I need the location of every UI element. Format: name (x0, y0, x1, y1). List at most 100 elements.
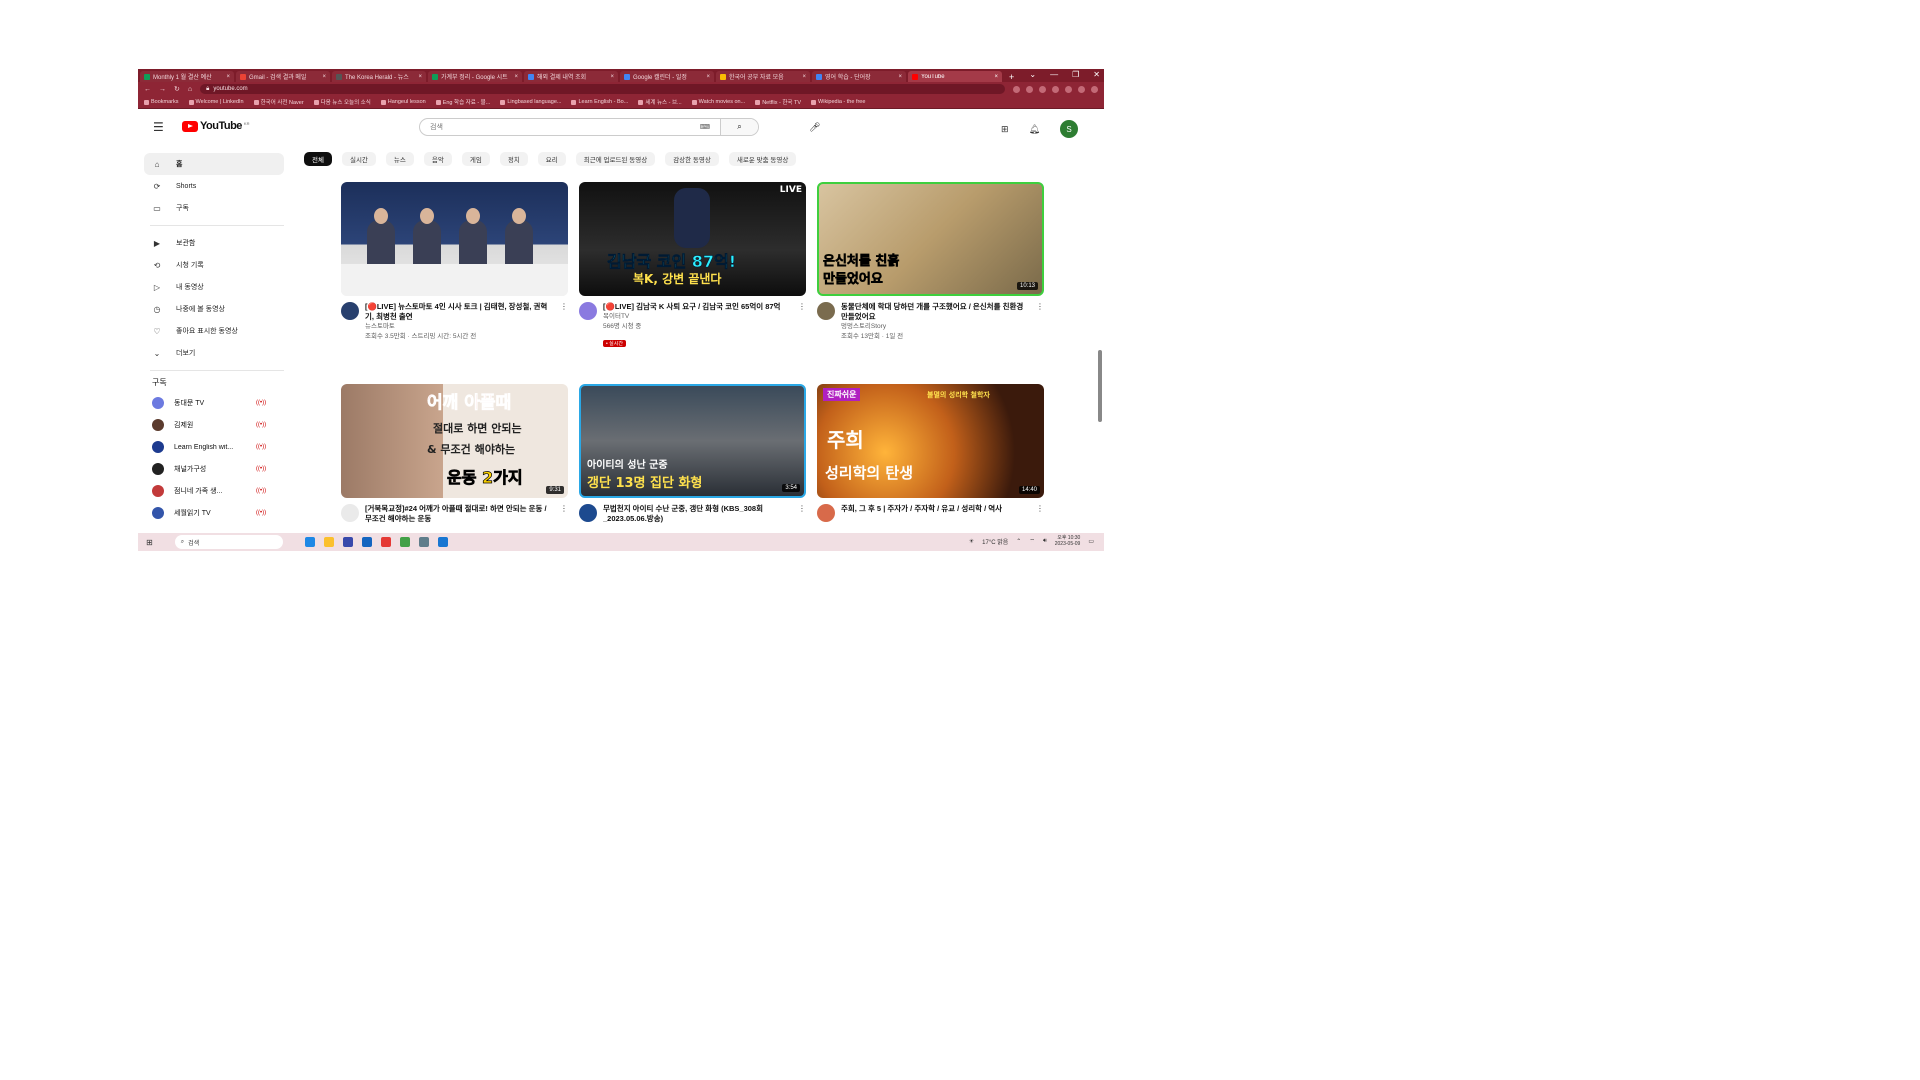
browser-tab[interactable]: 영어 학습 - 단어장 × (812, 71, 906, 82)
taskbar-app-icon[interactable] (399, 537, 410, 547)
taskbar-app-icon[interactable] (342, 537, 353, 547)
network-icon[interactable]: ⌔ (1029, 537, 1035, 545)
video-card[interactable]: 은신처를 친흙 만들었어요 10:13 동물단체에 학대 당하던 개를 구조했어요 /… (817, 182, 1044, 342)
maximize-button[interactable]: ❐ (1072, 70, 1079, 79)
filter-chip[interactable]: 뉴스 (385, 152, 414, 166)
sidebar-item[interactable]: ⌂ 홈 (144, 153, 284, 175)
subscription-item[interactable]: 채널가구성 ((•)) (144, 458, 284, 480)
video-title[interactable]: [🔴LIVE] 김남국 K 사퇴 요구 / 김남국 코인 65억이 87억 (603, 302, 792, 312)
channel-avatar[interactable] (817, 504, 835, 522)
back-icon[interactable]: ← (144, 86, 151, 93)
taskbar-app-icon[interactable] (304, 537, 315, 547)
subscription-item[interactable]: 김제원 ((•)) (144, 414, 284, 436)
notifications-icon[interactable]: ▭ (1088, 538, 1094, 545)
filter-chip[interactable]: 게임 (461, 152, 490, 166)
keyboard-icon[interactable]: ⌨ (700, 123, 710, 131)
filter-chip[interactable]: 실시간 (341, 152, 376, 166)
bookmark-item[interactable]: Hangeul lesson (380, 99, 426, 105)
taskbar-app-icon[interactable] (437, 537, 448, 547)
video-card[interactable]: 어깨 아플때 절대로 하면 안되는 & 무조건 해야하는 운동 2가지 9:31 [거북목… (341, 384, 568, 524)
filter-chip[interactable]: 요리 (537, 152, 566, 166)
share-icon[interactable] (1013, 85, 1020, 93)
filter-chip[interactable]: 감상한 동영상 (665, 152, 719, 166)
close-window-button[interactable]: ✕ (1093, 70, 1100, 79)
more-options-icon[interactable]: ⋮ (560, 302, 568, 342)
microphone-icon[interactable]: 🎤︎ (809, 122, 820, 133)
video-thumbnail[interactable]: 은신처를 친흙 만들었어요 10:13 (817, 182, 1044, 296)
browser-tab[interactable]: 한국어 공부 자료 모음 × (716, 71, 810, 82)
more-options-icon[interactable]: ⋮ (560, 504, 568, 524)
filter-chip[interactable]: 정치 (499, 152, 528, 166)
reload-icon[interactable]: ↻ (174, 85, 180, 93)
more-options-icon[interactable]: ⋮ (798, 504, 806, 524)
bookmark-item[interactable]: 세계 뉴스 - 브... (638, 98, 682, 106)
clock[interactable]: 오후 10:30 2023-05-09 (1055, 535, 1081, 547)
tab-close-icon[interactable]: × (418, 74, 422, 80)
channel-avatar[interactable] (341, 504, 359, 522)
sidebar-item[interactable]: ⟳ Shorts (144, 175, 284, 197)
notifications-bell-icon[interactable]: 🔔︎ (1029, 124, 1040, 135)
windows-start-icon[interactable]: ⊞ (146, 538, 153, 547)
bookmark-item[interactable]: Welcome | LinkedIn (188, 99, 244, 105)
tab-close-icon[interactable]: × (322, 74, 326, 80)
tab-search-button[interactable]: ⌄ (1029, 70, 1036, 79)
bookmark-item[interactable]: Bookmarks (144, 99, 179, 105)
more-options-icon[interactable]: ⋮ (1036, 504, 1044, 522)
subscription-item[interactable]: 점니네 가족 생... ((•)) (144, 480, 284, 502)
extension-puzzle-icon[interactable] (1065, 85, 1072, 93)
url-text[interactable]: youtube.com (213, 86, 247, 92)
bookmark-star-icon[interactable] (1026, 85, 1033, 93)
bookmark-item[interactable]: 한국어 사전 Naver (253, 98, 304, 106)
channel-name[interactable]: 멍멍스토리Story (841, 322, 1030, 332)
sidebar-item[interactable]: ▭ 구독 (144, 197, 284, 219)
bookmark-item[interactable]: Netflix - 한국 TV (755, 98, 801, 106)
more-options-icon[interactable]: ⋮ (1036, 302, 1044, 342)
tab-close-icon[interactable]: × (610, 74, 614, 80)
video-thumbnail[interactable]: 어깨 아플때 절대로 하면 안되는 & 무조건 해야하는 운동 2가지 9:31 (341, 384, 568, 498)
tab-close-icon[interactable]: × (514, 74, 518, 80)
video-thumbnail[interactable] (341, 182, 568, 296)
video-card[interactable]: 아이티의 성난 군중 갱단 13명 집단 화형 3:54 무법천지 아이티 수난 군중… (579, 384, 806, 524)
bookmark-item[interactable]: Wikipedia - the free (811, 99, 865, 105)
bookmark-item[interactable]: Learn English - Bo... (571, 99, 628, 105)
subscription-item[interactable]: 세월읽기 TV ((•)) (144, 502, 284, 524)
sidebar-item[interactable]: ♡ 좋아요 표시한 동영상 (144, 320, 284, 342)
weather-icon[interactable]: ☀ (969, 538, 974, 545)
minimize-button[interactable]: — (1050, 70, 1058, 79)
taskbar-search[interactable]: ⌕ 검색 (174, 535, 283, 549)
more-options-icon[interactable]: ⋮ (798, 302, 806, 350)
taskbar-app-icon[interactable] (323, 537, 334, 547)
extension-icon[interactable] (1052, 85, 1059, 93)
subscription-item[interactable]: 동대문 TV ((•)) (144, 392, 284, 414)
filter-chip[interactable]: 새로운 맞춤 동영상 (728, 152, 797, 166)
bookmark-item[interactable]: Lingbased language... (500, 99, 561, 105)
extension-icon[interactable] (1039, 85, 1046, 93)
youtube-logo[interactable]: YouTube KR (182, 120, 249, 132)
subscription-item[interactable]: Learn English wit... ((•)) (144, 436, 284, 458)
volume-icon[interactable]: 🔊︎ (1043, 538, 1047, 545)
create-video-icon[interactable]: ⊞ (1001, 124, 1009, 135)
channel-avatar[interactable] (341, 302, 359, 320)
omnibox[interactable]: 🔒︎ youtube.com (200, 84, 1005, 94)
video-thumbnail[interactable]: 김남국 코인 87억! 복K, 강변 끝낸다 LIVE (579, 182, 806, 296)
sidebar-item[interactable]: ⌄ 더보기 (144, 342, 284, 364)
tab-close-icon[interactable]: × (994, 74, 998, 80)
browser-tab[interactable]: YouTube × (908, 71, 1002, 82)
page-scrollbar[interactable] (1098, 350, 1102, 422)
video-title[interactable]: 동물단체에 학대 당하던 개를 구조했어요 / 은신처를 친환경 만들었어요 (841, 302, 1030, 322)
taskbar-app-icon[interactable] (361, 537, 372, 547)
video-title[interactable]: [🔴LIVE] 뉴스토마토 4인 시사 토크 | 김태현, 장성철, 권혁기, … (365, 302, 554, 322)
tray-arrow-icon[interactable]: ⌃ (1016, 538, 1021, 545)
sidebar-item[interactable]: ▶ 보관함 (144, 232, 284, 254)
home-icon[interactable]: ⌂ (188, 86, 192, 93)
account-avatar[interactable]: S (1060, 120, 1078, 138)
filter-chip[interactable]: 음악 (423, 152, 452, 166)
search-button[interactable]: ⌕ (720, 119, 758, 135)
channel-avatar[interactable] (817, 302, 835, 320)
tab-close-icon[interactable]: × (802, 74, 806, 80)
sidebar-item[interactable]: ◷ 나중에 볼 동영상 (144, 298, 284, 320)
hamburger-menu-icon[interactable]: ☰ (153, 120, 164, 134)
tab-close-icon[interactable]: × (226, 74, 230, 80)
channel-avatar[interactable] (579, 504, 597, 522)
new-tab-button[interactable]: + (1004, 72, 1019, 82)
